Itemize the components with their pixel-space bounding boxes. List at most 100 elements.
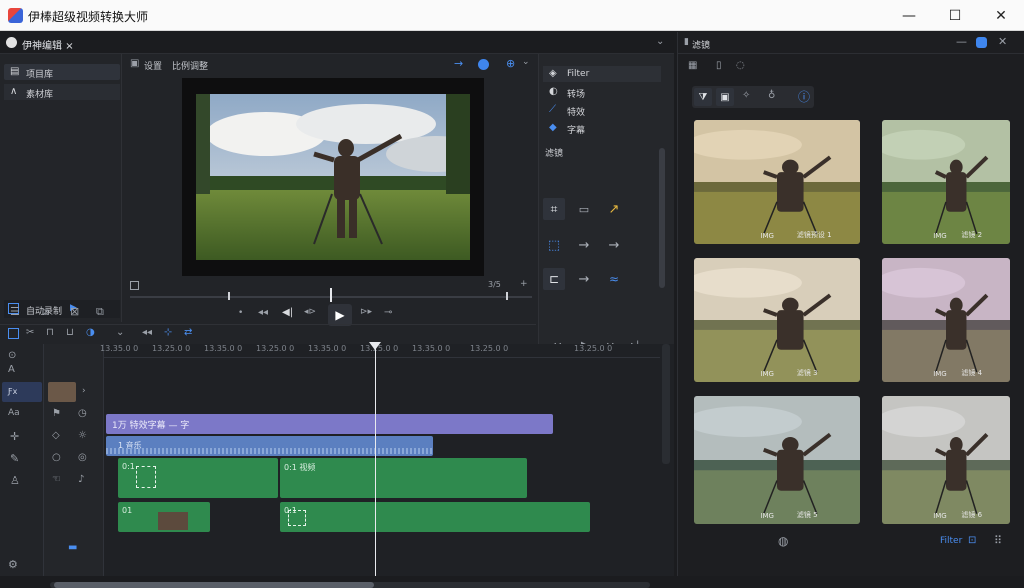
time-ruler[interactable]: 13.35.0 0 13.25.0 0 13.35.0 0 13.25.0 0 … — [100, 344, 660, 358]
flag-icon[interactable]: ⚑ — [52, 408, 61, 419]
info-circle-icon[interactable]: ⓘ — [798, 88, 810, 105]
preset-thumbnail[interactable]: IMG 滤镜 2 — [882, 120, 1010, 244]
select-tool-icon[interactable] — [8, 328, 19, 339]
project-tab-close[interactable]: × — [65, 41, 73, 52]
sidebar-item-assets[interactable]: ∧ 素材库 — [4, 84, 120, 100]
rewind-small-icon[interactable]: ◂◂ — [142, 327, 152, 338]
grid-view-icon[interactable]: ▦ — [688, 60, 697, 71]
scrub-playhead[interactable] — [330, 288, 332, 302]
snap-icon[interactable]: ⇄ — [184, 327, 192, 338]
effect-item-filter[interactable]: ◈ Filter — [543, 66, 661, 82]
preset-thumbnail[interactable]: IMG 滤镜 3 — [694, 258, 860, 382]
timeline-playhead[interactable] — [375, 344, 376, 576]
settings-icon[interactable]: ⚙ — [8, 558, 18, 571]
preset-thumbnail[interactable]: IMG 滤镜 6 — [882, 396, 1010, 524]
effect-item-caption[interactable]: ◆ 字幕 — [543, 120, 661, 136]
arrow-right-icon[interactable]: → — [454, 57, 463, 70]
filter-b-icon[interactable]: ▣ — [716, 88, 734, 106]
video-clip-b[interactable]: 0:1 视频 — [280, 458, 527, 498]
preview-canvas[interactable] — [182, 78, 484, 276]
sun-icon[interactable]: ☼ — [78, 430, 87, 441]
bulb-icon[interactable]: ♁ — [768, 90, 775, 101]
crop-icon[interactable]: ⊓ — [46, 327, 54, 338]
next-frame-icon[interactable]: ⊳▸ — [360, 307, 372, 317]
panel-minimize-icon[interactable]: — — [956, 35, 967, 48]
select-box-icon[interactable]: ⬚ — [543, 234, 565, 256]
rewind-icon[interactable]: ◂◂ — [258, 307, 268, 318]
pen-icon[interactable]: ✎ — [10, 452, 19, 465]
arrow-right-icon-3[interactable]: → — [603, 234, 625, 256]
filter-a-icon[interactable]: ⧩ — [694, 88, 712, 106]
eye-icon[interactable]: ⊙ — [8, 350, 16, 361]
cut-icon[interactable]: ✂ — [26, 327, 34, 338]
video-clip-c[interactable]: 01 — [118, 502, 210, 532]
lock-icon[interactable]: ⊔ — [66, 327, 74, 338]
split-icon[interactable]: ⧄ — [42, 305, 49, 319]
add-track-icon[interactable]: ▬ — [68, 542, 77, 553]
mute-icon[interactable]: ♪ — [78, 474, 84, 485]
speed-tool-icon[interactable]: ≈ — [603, 268, 625, 290]
track-expand-icon[interactable]: › — [82, 386, 86, 396]
add-marker-icon[interactable]: + — [520, 279, 528, 289]
preset-thumbnail[interactable]: IMG 滤镜 5 — [694, 396, 860, 524]
location-icon[interactable]: ◌ — [736, 60, 745, 71]
expand-icon[interactable]: ⊡ — [968, 535, 976, 546]
effect-item-fx[interactable]: ⟋ 特效 — [543, 102, 661, 118]
globe-icon[interactable]: ⊕ — [506, 57, 515, 70]
dial-icon[interactable]: ◎ — [78, 452, 87, 463]
prev-frame-icon[interactable]: ◂⊳ — [304, 307, 316, 317]
effect-item-transition[interactable]: ◐ 转场 — [543, 84, 661, 100]
trim-tool-icon[interactable]: ⊏ — [543, 268, 565, 290]
minimize-button[interactable]: — — [886, 0, 932, 31]
shield-icon[interactable] — [976, 37, 987, 48]
timeline-v-scrollbar[interactable] — [662, 344, 670, 464]
clock-icon[interactable]: ◷ — [78, 408, 87, 419]
toolbar-aspect[interactable]: 比例调整 — [172, 59, 208, 72]
play-button[interactable]: ▶ — [328, 304, 352, 326]
font-icon[interactable]: Aa — [8, 408, 20, 418]
record-icon[interactable] — [478, 59, 489, 70]
fullscreen-icon[interactable] — [130, 281, 139, 290]
audio-clip[interactable]: 1 音乐 — [106, 436, 433, 456]
preview-scrubber[interactable]: 3/5 + — [128, 279, 536, 302]
track-header-title[interactable]: Ƒx — [2, 382, 42, 402]
scrollbar-thumb[interactable] — [54, 582, 374, 588]
resize-tool-icon[interactable]: ▭ — [573, 198, 595, 220]
arrow-right-icon-2[interactable]: → — [573, 234, 595, 256]
person-icon[interactable]: ♙ — [10, 474, 20, 487]
copy-icon[interactable]: ⧉ — [96, 305, 104, 319]
step-back-icon[interactable]: ◀| — [282, 307, 293, 318]
text-track-icon[interactable]: A — [8, 364, 15, 375]
close-button[interactable]: ✕ — [978, 0, 1024, 31]
title-clip[interactable]: 1万 特效字幕 — 字 — [106, 414, 553, 434]
diamond-icon[interactable]: ◇ — [52, 430, 60, 441]
hand-icon[interactable]: ☜ — [52, 474, 61, 485]
dropdown-chevron-icon[interactable]: ⌄ — [522, 57, 530, 67]
menu-icon[interactable]: ☰ — [10, 305, 20, 318]
video-clip-a[interactable]: 0:1 — [118, 458, 278, 498]
move-icon[interactable]: ✛ — [10, 430, 19, 443]
panel-close-icon[interactable]: ✕ — [998, 35, 1007, 48]
playhead-handle[interactable] — [369, 342, 381, 350]
footer-filter-label[interactable]: Filter — [940, 536, 962, 546]
image-edit-icon[interactable]: ⊠ — [70, 305, 79, 318]
effects-scrollbar[interactable] — [659, 148, 665, 288]
palette-icon[interactable]: ◍ — [778, 534, 788, 548]
undo-icon[interactable]: ⌄ — [116, 327, 124, 338]
loop-icon[interactable]: ⊸ — [384, 307, 392, 318]
preset-thumbnail[interactable]: IMG 滤镜 4 — [882, 258, 1010, 382]
preset-thumbnail[interactable]: IMG 滤镜预设 1 — [694, 120, 860, 244]
sparkle-icon[interactable]: ✧ — [742, 90, 750, 101]
sidebar-item-projects[interactable]: ▤ 项目库 — [4, 64, 120, 80]
timeline-scrollbar[interactable] — [50, 582, 650, 588]
split-at-playhead-icon[interactable]: ⊹ — [164, 327, 172, 338]
project-tab[interactable]: 伊神编辑 × — [22, 37, 74, 52]
sync-icon[interactable]: ◑ — [86, 327, 95, 338]
maximize-button[interactable]: ☐ — [932, 0, 978, 31]
grid-dots-icon[interactable]: ⠿ — [994, 534, 1002, 547]
device-icon[interactable]: ▯ — [716, 60, 722, 71]
scrub-marker-out[interactable] — [506, 292, 508, 300]
crop-tool-icon[interactable]: ⌗ — [543, 198, 565, 220]
toolbar-settings[interactable]: 设置 — [144, 59, 162, 72]
circle-icon[interactable]: ○ — [52, 452, 61, 463]
